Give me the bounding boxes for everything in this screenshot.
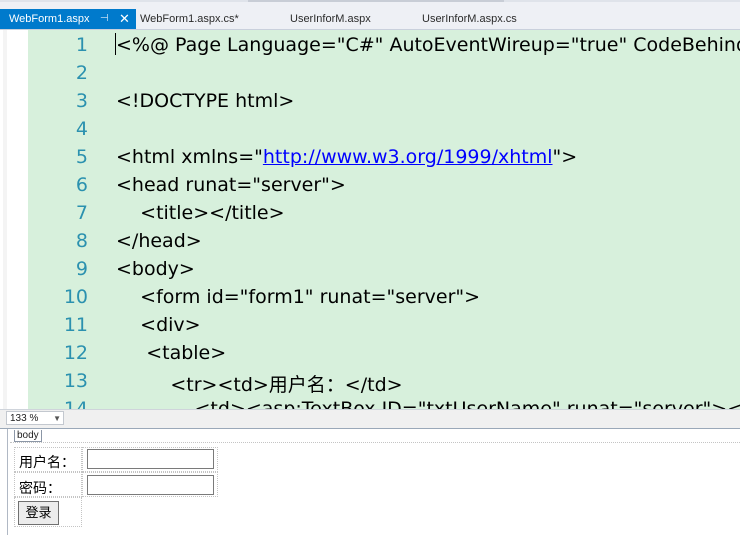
close-icon[interactable]: ✕ — [119, 9, 130, 29]
code-line[interactable]: 3 <!DOCTYPE html> — [0, 87, 740, 115]
tab-webform1-aspx-cs[interactable]: WebForm1.aspx.cs* — [140, 9, 239, 29]
code-line[interactable]: 5 <html xmlns="http://www.w3.org/1999/xht… — [0, 143, 740, 171]
code-text: <tr><td>用户名：</td> — [116, 374, 403, 396]
tab-webform1-aspx[interactable]: WebForm1.aspx ⊣ ✕ — [0, 9, 136, 29]
code-text: </head> — [116, 230, 202, 252]
code-text: <div> — [116, 314, 201, 336]
line-number: 14 — [63, 398, 88, 409]
code-line[interactable]: 10 <form id="form1" runat="server"> — [0, 283, 740, 311]
line-number: 4 — [75, 118, 88, 140]
line-number: 6 — [75, 174, 88, 196]
code-line[interactable]: 1 <%@ Page Language="C#" AutoEventWireup=… — [0, 31, 740, 59]
code-text: <form id="form1" runat="server"> — [116, 286, 481, 308]
line-number: 8 — [75, 230, 88, 252]
document-tab-strip: WebForm1.aspx ⊣ ✕ WebForm1.aspx.cs* User… — [0, 0, 740, 30]
line-number: 1 — [75, 34, 88, 56]
code-line[interactable]: 4 — [0, 115, 740, 143]
code-editor[interactable]: 1 <%@ Page Language="C#" AutoEventWireup=… — [0, 30, 740, 409]
code-text: <!DOCTYPE html> — [116, 90, 295, 112]
tab-userinform-aspx-cs[interactable]: UserInforM.aspx.cs — [422, 9, 517, 29]
editor-zoom-bar: 133 % ▼ — [0, 409, 740, 429]
tab-label: WebForm1.aspx — [9, 13, 90, 25]
tab-label: WebForm1.aspx.cs* — [140, 13, 239, 25]
line-number: 2 — [75, 62, 88, 84]
xhtml-namespace-link[interactable]: http://www.w3.org/1999/xhtml — [263, 146, 553, 168]
code-lines: 1 <%@ Page Language="C#" AutoEventWireup=… — [0, 31, 740, 409]
code-line[interactable]: 12 <table> — [0, 339, 740, 367]
login-button[interactable]: 登录 — [18, 501, 59, 525]
tab-label: UserInforM.aspx — [290, 13, 371, 25]
code-text: <table> — [116, 342, 227, 364]
code-line[interactable]: 11 <div> — [0, 311, 740, 339]
zoom-level-value: 133 % — [10, 413, 39, 424]
username-label: 用户名： — [19, 454, 75, 470]
pin-icon[interactable]: ⊣ — [100, 9, 109, 29]
tab-label: UserInforM.aspx.cs — [422, 13, 517, 25]
password-textbox[interactable] — [87, 475, 214, 495]
line-number: 3 — [75, 90, 88, 112]
zoom-level-dropdown[interactable]: 133 % ▼ — [6, 411, 64, 425]
line-number: 13 — [63, 370, 88, 392]
code-line[interactable]: 6 <head runat="server"> — [0, 171, 740, 199]
code-text: <td><asp:TextBox ID="txtUserName" runat=… — [194, 398, 740, 409]
div-outline — [10, 442, 740, 443]
code-text: <html xmlns="http://www.w3.org/1999/xhtm… — [116, 146, 578, 168]
tab-strip-separator — [248, 0, 376, 2]
password-label: 密码： — [19, 480, 61, 496]
code-line[interactable]: 2 — [0, 59, 740, 87]
code-text: <body> — [116, 258, 195, 280]
code-line[interactable]: 9 <body> — [0, 255, 740, 283]
tab-userinform-aspx[interactable]: UserInforM.aspx — [290, 9, 371, 29]
body-element-tag[interactable]: body — [14, 430, 42, 442]
code-text: <head runat="server"> — [116, 174, 346, 196]
code-line[interactable]: 13 <tr><td>用户名：</td> — [0, 367, 740, 396]
line-number: 7 — [75, 202, 88, 224]
code-line[interactable]: 14 <td><asp:TextBox ID="txtUserName" run… — [0, 395, 740, 409]
line-number: 9 — [75, 258, 88, 280]
line-number: 5 — [75, 146, 88, 168]
tab-strip-separator — [376, 0, 504, 2]
line-number: 10 — [63, 286, 88, 308]
line-number: 11 — [63, 314, 88, 336]
code-text: <%@ Page Language="C#" AutoEventWireup="… — [116, 34, 740, 56]
code-line[interactable]: 8 </head> — [0, 227, 740, 255]
code-line[interactable]: 7 <title></title> — [0, 199, 740, 227]
code-text: <title></title> — [116, 202, 285, 224]
design-view[interactable]: body 用户名： 密码： 登录 — [0, 428, 740, 535]
line-number: 12 — [63, 342, 88, 364]
username-textbox[interactable] — [87, 449, 214, 469]
chevron-down-icon[interactable]: ▼ — [53, 412, 61, 426]
